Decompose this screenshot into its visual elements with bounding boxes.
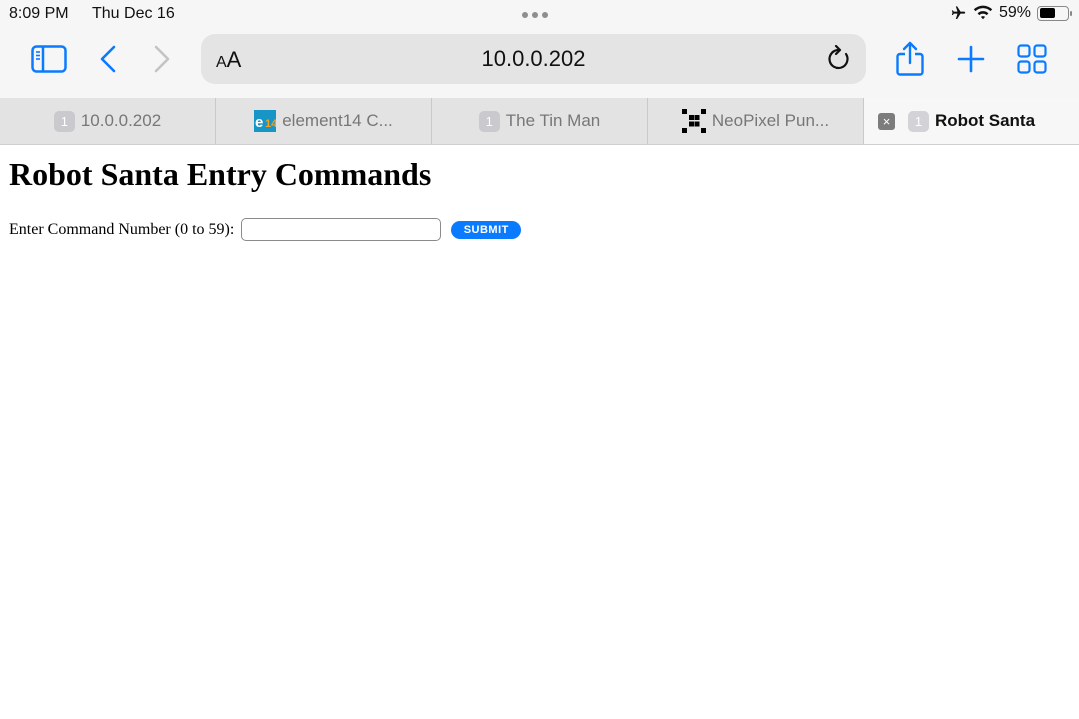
status-bar: 8:09 PM Thu Dec 16 59% [0, 0, 1079, 28]
tab-label: 10.0.0.202 [80, 111, 162, 130]
tab-10-0-0-202[interactable]: 1 10.0.0.202 [0, 98, 216, 144]
share-icon [896, 41, 924, 76]
tab-number-badge: 1 [53, 110, 75, 132]
tab-grid-icon [1017, 44, 1047, 74]
tab-bar: 1 10.0.0.202 e 14 element14 C... 1 The Ti… [0, 98, 1079, 145]
new-tab-button[interactable] [956, 44, 986, 74]
address-bar[interactable]: AA 10.0.0.202 [201, 34, 866, 84]
page-title: Robot Santa Entry Commands [9, 156, 432, 192]
tab-element14[interactable]: e 14 element14 C... [216, 98, 432, 144]
back-button[interactable] [96, 44, 120, 74]
chevron-right-icon [154, 45, 170, 73]
tab-label: NeoPixel Pun... [711, 111, 830, 130]
reload-icon [828, 45, 849, 70]
tab-the-tin-man[interactable]: 1 The Tin Man [432, 98, 648, 144]
tab-label: Robot Santa [934, 111, 1036, 130]
element14-favicon-icon: e 14 [254, 110, 277, 132]
tab-number-badge: 1 [478, 110, 500, 132]
airplane-icon [951, 6, 966, 19]
command-label: Enter Command Number (0 to 59): [9, 220, 235, 238]
sidebar-toggle-button[interactable] [30, 44, 68, 74]
sidebar-icon [31, 45, 67, 73]
address-url[interactable]: 10.0.0.202 [201, 46, 866, 72]
tab-robot-santa[interactable]: × 1 Robot Santa [864, 98, 1079, 144]
battery-percent: 59% [998, 4, 1031, 21]
chevron-left-icon [100, 45, 116, 73]
svg-text:14: 14 [265, 118, 276, 130]
neopixel-favicon-icon [681, 109, 706, 133]
status-date: Thu Dec 16 [92, 5, 175, 22]
web-page: Robot Santa Entry Commands Enter Command… [0, 146, 1079, 719]
battery-icon [1037, 5, 1072, 21]
command-form: Enter Command Number (0 to 59): SUBMIT [9, 218, 522, 241]
tab-label: The Tin Man [505, 111, 601, 130]
browser-toolbar: AA 10.0.0.202 [0, 28, 1079, 98]
forward-button[interactable] [150, 44, 174, 74]
tab-number-badge: 1 [907, 110, 929, 132]
wifi-icon [973, 5, 993, 20]
reload-button[interactable] [824, 44, 854, 74]
close-tab-icon[interactable]: × [878, 113, 895, 130]
tab-neopixel[interactable]: NeoPixel Pun... [648, 98, 864, 144]
command-number-input[interactable] [241, 218, 442, 241]
tab-label: element14 C... [282, 111, 393, 130]
plus-icon [957, 45, 985, 73]
status-time: 8:09 PM [9, 5, 69, 22]
tab-overview-button[interactable] [1016, 43, 1048, 75]
multitasking-dots-icon[interactable] [522, 12, 548, 18]
submit-button[interactable]: SUBMIT [451, 220, 522, 239]
share-button[interactable] [893, 40, 927, 78]
svg-text:e: e [255, 114, 263, 131]
